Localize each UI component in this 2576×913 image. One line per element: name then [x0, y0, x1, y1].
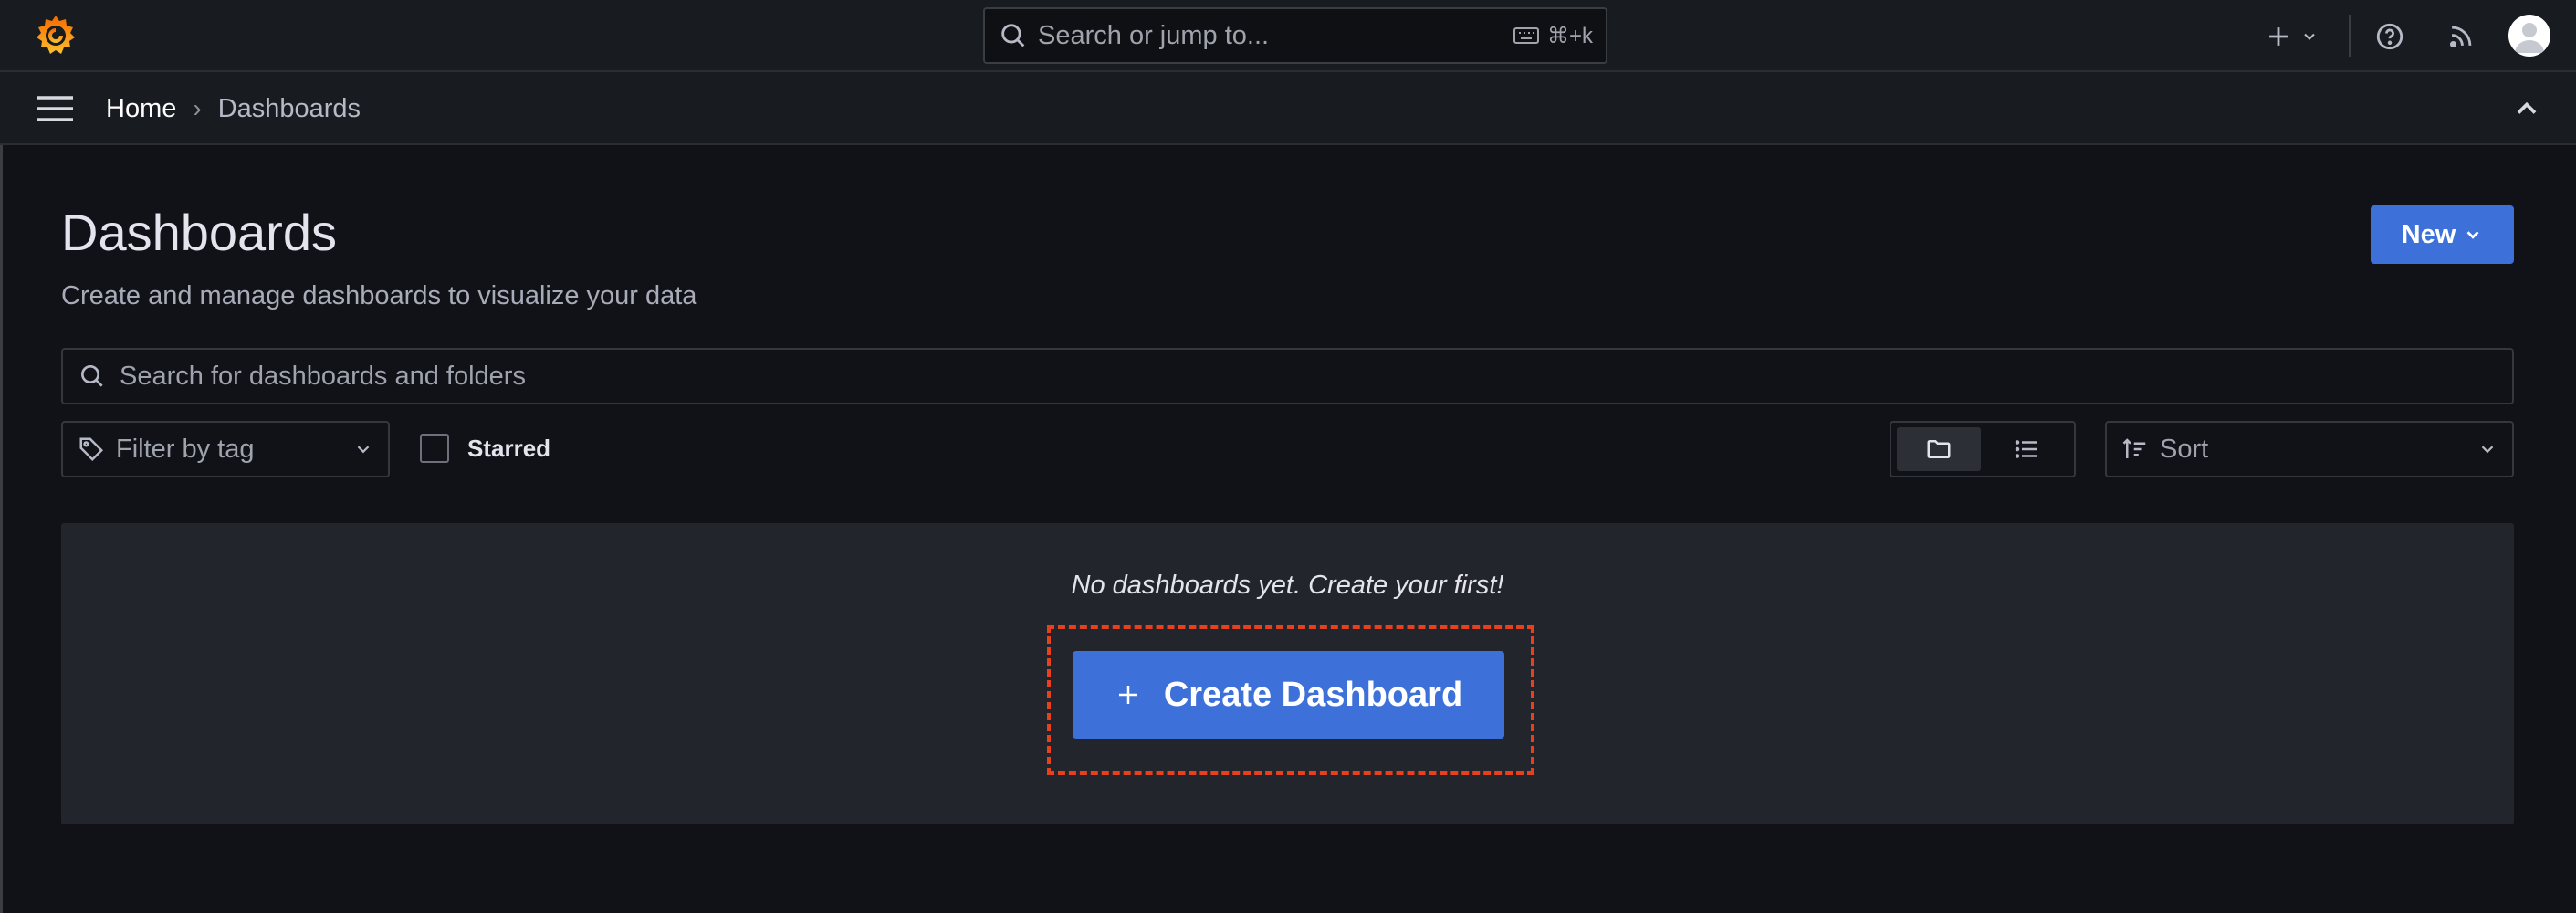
starred-label: Starred	[467, 434, 551, 462]
shortcut-text: ⌘+k	[1546, 23, 1593, 48]
chevron-up-icon[interactable]	[2510, 92, 2543, 125]
chevron-down-icon	[2481, 446, 2494, 454]
folder-view-button[interactable]	[1897, 427, 1981, 471]
breadcrumb: Home › Dashboards	[106, 72, 361, 145]
menu-icon[interactable]	[35, 92, 75, 125]
dashboard-search-input[interactable]: Search for dashboards and folders	[61, 348, 2514, 404]
filter-by-tag-select[interactable]: Filter by tag	[61, 421, 390, 477]
breadcrumb-home[interactable]: Home	[106, 94, 176, 124]
plus-icon	[2258, 16, 2299, 57]
starred-filter[interactable]: Starred	[420, 434, 550, 463]
plus-icon	[1118, 686, 1137, 704]
list-view-button[interactable]	[1984, 427, 2068, 471]
breadcrumb-separator: ›	[193, 94, 202, 122]
create-dashboard-button[interactable]: Create Dashboard	[1073, 651, 1504, 739]
keyboard-shortcut-hint: ⌘+k	[1513, 23, 1593, 49]
top-search-placeholder: Search or jump to...	[1038, 20, 1270, 50]
dashboard-search-placeholder: Search for dashboards and folders	[120, 361, 526, 391]
new-button[interactable]: New	[2371, 205, 2514, 264]
empty-state-message: No dashboards yet. Create your first!	[1071, 571, 1504, 600]
add-menu-button[interactable]	[2258, 0, 2320, 72]
breadcrumb-current: Dashboards	[217, 93, 361, 123]
sort-select[interactable]: Sort	[2105, 421, 2514, 477]
chevron-down-icon	[2466, 231, 2479, 239]
list-icon	[2015, 440, 2037, 458]
starred-checkbox[interactable]	[420, 434, 449, 463]
grafana-logo-icon[interactable]	[33, 13, 79, 58]
top-navbar: Search or jump to... ⌘+k	[0, 0, 2576, 72]
page-title: Dashboards	[61, 204, 337, 261]
page-subtitle: Create and manage dashboards to visualiz…	[61, 281, 697, 310]
rss-icon	[2441, 16, 2481, 57]
new-button-label: New	[2401, 219, 2456, 249]
create-dashboard-label: Create Dashboard	[1163, 675, 1463, 714]
breadcrumb-bar: Home › Dashboards	[0, 72, 2576, 145]
search-icon	[1001, 24, 1025, 47]
view-mode-toggle	[1890, 421, 2076, 477]
empty-state-panel: No dashboards yet. Create your first! Cr…	[61, 523, 2514, 824]
help-icon	[2370, 16, 2410, 57]
search-icon	[81, 365, 103, 387]
top-search-input[interactable]: Search or jump to... ⌘+k	[983, 7, 1607, 64]
news-button[interactable]	[2441, 0, 2481, 72]
sort-icon	[2122, 438, 2146, 458]
filter-by-tag-label: Filter by tag	[116, 434, 255, 464]
folder-icon	[1927, 440, 1951, 458]
chevron-down-icon	[357, 446, 370, 454]
keyboard-icon	[1513, 27, 1539, 44]
tag-icon	[79, 437, 104, 462]
help-button[interactable]	[2370, 0, 2410, 72]
user-avatar-icon[interactable]	[2508, 15, 2550, 57]
chevron-down-icon	[2299, 16, 2320, 57]
topbar-divider	[2349, 15, 2351, 57]
sort-label: Sort	[2160, 434, 2209, 464]
